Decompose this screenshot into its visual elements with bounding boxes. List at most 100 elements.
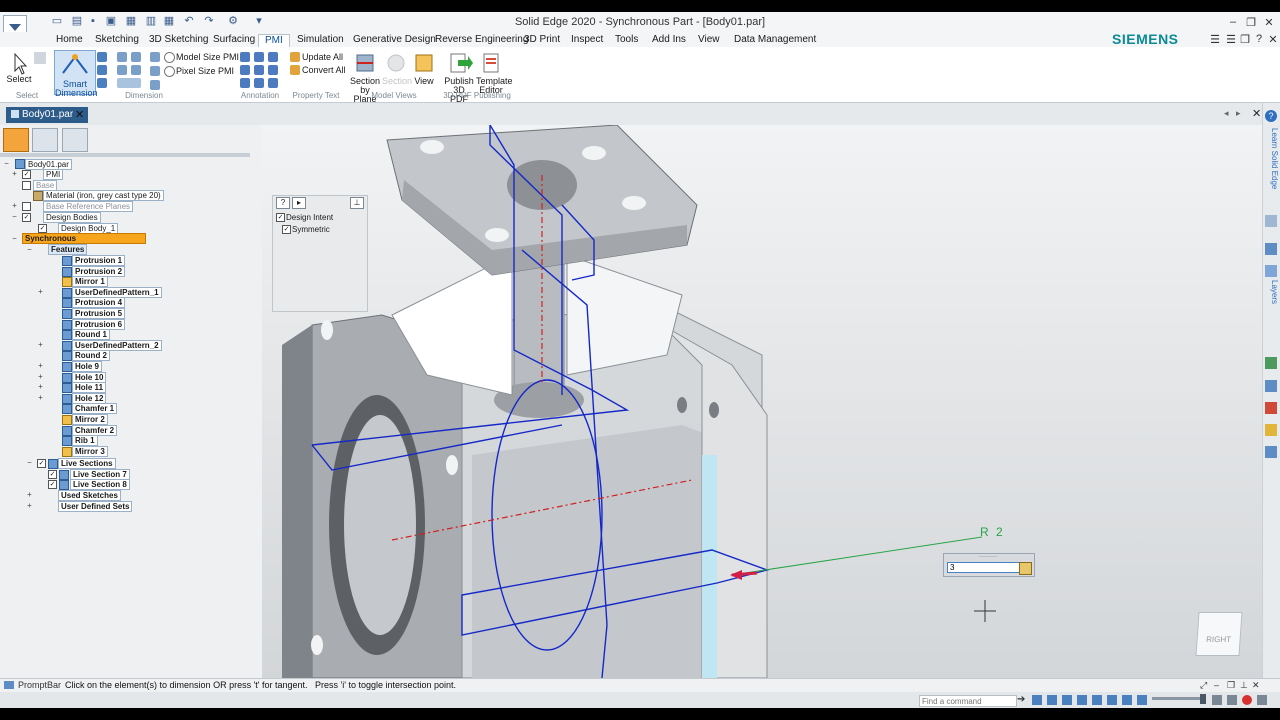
convert-all-button[interactable]: Convert All bbox=[302, 66, 346, 75]
panel-splitter[interactable] bbox=[0, 153, 250, 157]
distance-between-icon[interactable] bbox=[97, 52, 107, 62]
panel-icon[interactable] bbox=[1265, 446, 1277, 458]
close-button[interactable]: ✕ bbox=[1260, 16, 1278, 29]
tree-synchronous[interactable]: Synchronous bbox=[22, 233, 146, 244]
tree-collapse-icon[interactable]: − bbox=[11, 235, 18, 243]
prompt-options-icon[interactable]: ⤢ bbox=[1200, 680, 1207, 691]
tree-feature-item[interactable]: Hole 12 bbox=[72, 392, 107, 404]
panel-icon[interactable] bbox=[1265, 357, 1277, 369]
design-body-checkbox[interactable]: ✓ bbox=[38, 224, 47, 233]
relate-tool-icon[interactable] bbox=[32, 128, 58, 152]
tree-feature-item[interactable]: Hole 9 bbox=[72, 361, 103, 372]
convert-all-icon[interactable] bbox=[290, 65, 300, 75]
edge-condition-icon[interactable] bbox=[254, 65, 264, 75]
publish-3d-pdf-button[interactable]: Publish 3D PDF bbox=[444, 52, 474, 104]
select-button[interactable] bbox=[8, 52, 30, 76]
balloon-icon[interactable] bbox=[254, 52, 264, 62]
text-size-icon[interactable] bbox=[150, 52, 160, 62]
drag-handle[interactable]: ········· bbox=[944, 554, 1032, 560]
view-style-icon[interactable] bbox=[1137, 695, 1147, 705]
minimize-button[interactable]: – bbox=[1224, 16, 1242, 28]
update-all-icon[interactable] bbox=[290, 52, 300, 62]
layers-icon[interactable] bbox=[1265, 265, 1277, 277]
learn-help-icon[interactable]: ? bbox=[1265, 110, 1277, 122]
close-window-icon[interactable]: ✕ bbox=[1252, 107, 1261, 120]
panel-icon[interactable] bbox=[1265, 215, 1277, 227]
angle-between-icon[interactable] bbox=[97, 65, 107, 75]
restore-button[interactable]: ❐ bbox=[1242, 16, 1260, 29]
section-button[interactable]: Section bbox=[382, 52, 412, 92]
tree-pmi[interactable]: PMI bbox=[43, 169, 64, 180]
tree-collapse-icon[interactable]: − bbox=[3, 160, 10, 168]
pin-icon[interactable]: ⊥ bbox=[350, 197, 364, 209]
live-section-8-checkbox[interactable]: ✓ bbox=[48, 480, 57, 489]
dimension-style-icon[interactable] bbox=[117, 78, 141, 88]
chamfer-dimension-icon[interactable] bbox=[117, 65, 127, 75]
surface-texture-icon[interactable] bbox=[268, 52, 278, 62]
view-button[interactable]: View bbox=[412, 52, 436, 92]
tree-feature-item[interactable]: Round 1 bbox=[72, 329, 110, 341]
help-icon[interactable]: ? bbox=[276, 197, 290, 209]
panel-icon[interactable] bbox=[1265, 380, 1277, 392]
layers-tab[interactable]: Layers bbox=[1263, 280, 1279, 310]
tree-feature-item[interactable]: Protrusion 5 bbox=[72, 308, 126, 319]
tree-feature-item[interactable]: Mirror 2 bbox=[72, 414, 108, 425]
zoom-icon[interactable] bbox=[1047, 695, 1057, 705]
tab-tools[interactable]: Tools bbox=[609, 34, 644, 48]
dimension-type-icon[interactable] bbox=[150, 80, 160, 90]
annotation-more-icon[interactable] bbox=[268, 78, 278, 88]
update-all-button[interactable]: Update All bbox=[302, 53, 343, 62]
tree-feature-item[interactable]: Protrusion 2 bbox=[72, 265, 126, 277]
template-editor-button[interactable]: Template Editor bbox=[476, 52, 513, 95]
smart-dimension-button[interactable]: Smart Dimension bbox=[54, 50, 98, 98]
tree-collapse-icon[interactable]: − bbox=[11, 213, 18, 221]
tree-expand-icon[interactable]: + bbox=[26, 502, 33, 510]
select-options-icon[interactable] bbox=[34, 52, 46, 64]
tree-material[interactable]: Material (iron, grey cast type 20) bbox=[43, 190, 164, 201]
find-command-input[interactable] bbox=[919, 695, 1017, 707]
graphics-viewport[interactable]: R 2 RIGHT bbox=[262, 125, 1262, 678]
pan-icon[interactable] bbox=[1077, 695, 1087, 705]
fit-icon[interactable] bbox=[1062, 695, 1072, 705]
close-tab-icon[interactable]: ✕ bbox=[75, 108, 84, 121]
tree-design-bodies[interactable]: Design Bodies bbox=[43, 212, 101, 223]
tree-feature-item[interactable]: Protrusion 4 bbox=[72, 297, 126, 309]
tree-expand-icon[interactable]: + bbox=[37, 287, 44, 295]
tree-feature-item[interactable]: Round 2 bbox=[72, 350, 110, 362]
panel-icon[interactable] bbox=[1265, 402, 1277, 414]
tree-expand-icon[interactable]: + bbox=[11, 202, 18, 210]
tree-feature-item[interactable]: Hole 10 bbox=[72, 371, 107, 383]
tree-feature-item[interactable]: Mirror 1 bbox=[72, 276, 108, 288]
design-intent-checkbox[interactable]: ✓ bbox=[276, 213, 285, 222]
tab-inspect[interactable]: Inspect bbox=[565, 34, 609, 48]
close-doc-button[interactable]: ✕ bbox=[1264, 33, 1280, 46]
shading-icon[interactable] bbox=[1122, 695, 1132, 705]
tree-feature-item[interactable]: Protrusion 6 bbox=[72, 318, 126, 330]
dimension-axis-icon[interactable] bbox=[131, 65, 141, 75]
pmi-checkbox[interactable]: ✓ bbox=[22, 170, 31, 179]
tree-used-sketches[interactable]: Used Sketches bbox=[58, 490, 121, 501]
view-slider[interactable] bbox=[1152, 697, 1202, 700]
zoom-area-icon[interactable] bbox=[1032, 695, 1042, 705]
tree-feature-item[interactable]: Rib 1 bbox=[72, 435, 98, 447]
symmetric-diameter-icon[interactable] bbox=[117, 52, 127, 62]
find-go-icon[interactable]: ➔ bbox=[1017, 694, 1025, 705]
weld-symbol-icon[interactable] bbox=[240, 65, 250, 75]
record-icon[interactable] bbox=[1242, 695, 1252, 705]
tree-feature-item[interactable]: Chamfer 1 bbox=[72, 403, 118, 415]
status-icon[interactable] bbox=[1257, 695, 1267, 705]
tab-add-ins[interactable]: Add Ins bbox=[646, 34, 692, 48]
view-orient-icon[interactable] bbox=[1107, 695, 1117, 705]
tree-feature-item[interactable]: UserDefinedPattern_2 bbox=[72, 339, 162, 351]
rotate-icon[interactable] bbox=[1092, 695, 1102, 705]
view-slider-thumb[interactable] bbox=[1200, 694, 1206, 704]
view-cube[interactable]: RIGHT bbox=[1195, 612, 1243, 656]
section-by-plane-button[interactable]: Section by Plane bbox=[350, 52, 380, 104]
tree-expand-icon[interactable]: + bbox=[37, 340, 44, 348]
live-section-7-checkbox[interactable]: ✓ bbox=[48, 470, 57, 479]
tree-expand-icon[interactable]: + bbox=[37, 383, 44, 391]
tree-features[interactable]: Features bbox=[48, 244, 88, 255]
angular-coordinate-icon[interactable] bbox=[131, 52, 141, 62]
view-tool-icon[interactable] bbox=[62, 128, 88, 152]
tab-scroll-left-icon[interactable]: ◂ bbox=[1224, 108, 1229, 119]
